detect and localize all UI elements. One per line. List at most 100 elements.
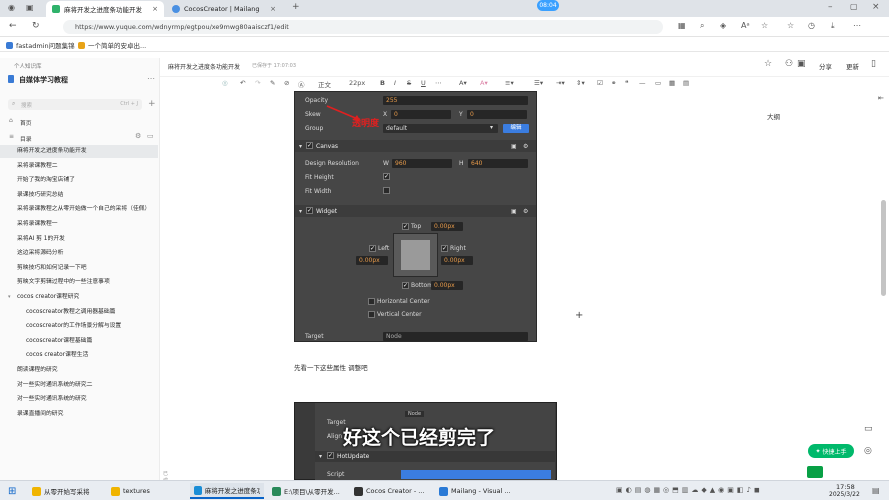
quote-icon[interactable]: ❝ xyxy=(625,79,629,87)
toc-item[interactable]: ▾ cocos creator课程研究 xyxy=(0,291,158,304)
strikethrough-icon[interactable]: S xyxy=(407,79,411,87)
new-tab-icon[interactable]: + xyxy=(292,3,300,12)
collaborator-icon[interactable]: ⚇ xyxy=(785,59,793,69)
collapse-outline-icon[interactable]: ⇤ xyxy=(878,94,884,102)
more-format-icon[interactable]: ⋯ xyxy=(435,79,442,87)
taskbar-app[interactable]: textures xyxy=(107,483,185,499)
more-icon[interactable]: ⋯ xyxy=(853,22,861,30)
zoom-icon[interactable]: ⌕ xyxy=(700,22,704,30)
profile-icon[interactable]: ◉ xyxy=(8,4,15,12)
notification-icon[interactable]: ▤ xyxy=(872,486,880,495)
space-link[interactable]: 个人知识库 xyxy=(14,62,42,70)
font-style-select[interactable]: 正文 xyxy=(318,79,331,89)
present-icon[interactable]: ▣ xyxy=(797,59,806,69)
favorite-icon[interactable]: ☆ xyxy=(761,22,768,30)
taskbar-app[interactable]: Cocos Creator - ... xyxy=(350,483,430,499)
clear-format-icon[interactable]: ⊘ xyxy=(284,79,289,87)
align-icon[interactable]: ≡▾ xyxy=(505,79,514,87)
indent-icon[interactable]: ⇥▾ xyxy=(556,79,565,87)
star-icon[interactable]: ☆ xyxy=(764,59,772,69)
sidebar-more-icon[interactable]: ⋯ xyxy=(147,74,155,83)
toc-item[interactable]: 录课直播间的研究 xyxy=(0,408,158,421)
inspector-screenshot[interactable]: Opacity 255 Skew X 0 Y 0 Group default ▾… xyxy=(294,91,537,342)
toc-item[interactable]: 对一些实时通讯系统的研究二 xyxy=(0,379,158,392)
bold-icon[interactable]: B xyxy=(380,79,385,87)
tab-actions-icon[interactable]: ▣ xyxy=(26,4,34,12)
bookmark-item[interactable]: 一个简单的安卓出... xyxy=(78,40,146,50)
link-icon[interactable]: ⚭ xyxy=(611,79,616,87)
table-icon[interactable]: ▦ xyxy=(669,79,675,87)
share-button[interactable]: 分享 xyxy=(819,61,832,71)
ai-icon[interactable]: ◎ xyxy=(222,79,228,87)
toc-item[interactable]: 采将录课教程一 xyxy=(0,218,158,231)
refresh-icon[interactable]: ↻ xyxy=(32,22,40,31)
code-icon[interactable]: ▭ xyxy=(655,79,661,87)
format-painter-icon[interactable]: ✎ xyxy=(270,79,275,87)
collections-icon[interactable]: ☆ xyxy=(787,22,794,30)
hotupdate-screenshot[interactable]: Target Align Node 好这个已经剪完了 ▾ ✓ HotUpdate… xyxy=(294,402,557,481)
read-aloud-icon[interactable]: Aᵃ xyxy=(741,22,750,30)
toc-item[interactable]: 麻将开发之进度条功能开发 xyxy=(0,145,158,158)
toc-item[interactable]: 这边采将源码分析 xyxy=(0,247,158,260)
redo-icon[interactable]: ↷ xyxy=(255,79,260,87)
insert-icon[interactable]: ▤ xyxy=(683,79,689,87)
outline-link[interactable]: 大纲 xyxy=(767,111,780,121)
translate-icon[interactable]: ▦ xyxy=(678,22,686,30)
divider-icon[interactable]: — xyxy=(639,79,646,87)
home-link[interactable]: 首页 xyxy=(20,118,32,127)
bookmark-item[interactable]: fastadmin问题集锦 xyxy=(6,40,75,50)
minimize-icon[interactable]: – xyxy=(828,3,833,12)
toc-action-icon[interactable]: ⚙ xyxy=(135,132,141,140)
italic-icon[interactable]: I xyxy=(394,79,396,87)
toc-item[interactable]: cocoscreator教程之调用器基础篇 xyxy=(0,306,158,319)
toc-item[interactable]: 采将AI 剪 1的开发 xyxy=(0,233,158,246)
style-icon[interactable]: Ⓐ xyxy=(298,79,305,89)
extension-icon[interactable]: ◈ xyxy=(720,22,726,30)
quick-start-button[interactable]: ✦ 快捷上手 xyxy=(808,444,854,458)
url-field[interactable]: https://www.yuque.com/wdnyrmp/egtpou/xe9… xyxy=(63,20,663,34)
body-paragraph[interactable]: 先看一下这些属性 调整吧 xyxy=(294,362,368,372)
publish-button[interactable]: 更新 xyxy=(846,61,859,71)
expand-icon[interactable]: ▾ xyxy=(8,291,11,304)
tab-yuque[interactable]: 麻将开发之进度条功能开发 × xyxy=(46,1,164,17)
toc-item[interactable]: 采将录课教程之从零开始做一个自己的采将（佳佩） xyxy=(0,203,158,216)
book-title[interactable]: 自媒体学习教程 xyxy=(19,75,68,85)
comment-icon[interactable]: ▭ xyxy=(864,424,873,434)
toc-item[interactable]: 采将录课教程二 xyxy=(0,160,158,173)
sidebar-toggle-icon[interactable]: ▯ xyxy=(871,59,876,69)
toc-item[interactable]: 对一些实时通讯系统的研究 xyxy=(0,393,158,406)
toc-item[interactable]: 朗读课程的研究 xyxy=(0,364,158,377)
toc-item[interactable]: cocos creator课程生活 xyxy=(0,349,158,362)
maximize-icon[interactable]: ▢ xyxy=(850,3,858,11)
underline-icon[interactable]: U xyxy=(421,79,426,87)
back-icon[interactable]: ← xyxy=(9,22,17,31)
close-icon[interactable]: × xyxy=(270,5,276,13)
toc-item[interactable]: cocoscreator的工作场景分解与设置 xyxy=(0,320,158,333)
close-window-icon[interactable]: × xyxy=(872,3,880,12)
clock-date[interactable]: 2025/3/22 xyxy=(829,491,860,498)
font-size-select[interactable]: 22px xyxy=(349,79,365,87)
clock-time[interactable]: 17:58 xyxy=(836,483,855,491)
checkbox-icon[interactable]: ☑ xyxy=(597,79,603,87)
toc-item[interactable]: 开始了我的淘宝店铺了 xyxy=(0,174,158,187)
taskbar-app[interactable]: Mailang - Visual ... xyxy=(435,483,517,499)
taskbar-app[interactable]: 麻将开发之进度条功... xyxy=(190,483,264,499)
search-input[interactable]: ⌕ 搜索 Ctrl + J xyxy=(8,99,142,110)
history-icon[interactable]: ◷ xyxy=(808,22,815,30)
windows-start-icon[interactable]: ⊞ xyxy=(8,486,16,497)
highlight-icon[interactable]: A▾ xyxy=(480,79,488,87)
breadcrumb[interactable]: 麻将开发之进度条功能开发 xyxy=(168,62,240,71)
page-scrollbar[interactable] xyxy=(881,200,886,296)
toc-item[interactable]: cocoscreator课程基础篇 xyxy=(0,335,158,348)
toc-item[interactable]: 剪映技巧和如何记录一下吧 xyxy=(0,262,158,275)
font-color-icon[interactable]: A▾ xyxy=(459,79,467,87)
download-icon[interactable]: ⤓ xyxy=(831,22,835,30)
list-icon[interactable]: ☰▾ xyxy=(534,79,543,87)
taskbar-app[interactable]: E:\项目\从零开发... xyxy=(268,483,346,499)
taskbar-app[interactable]: 从零开始写采将 xyxy=(28,483,102,499)
toc-collapse-icon[interactable]: ▭ xyxy=(147,132,154,140)
line-height-icon[interactable]: ⇕▾ xyxy=(576,79,585,87)
undo-icon[interactable]: ↶ xyxy=(240,79,245,87)
close-icon[interactable]: × xyxy=(152,5,158,13)
help-icon[interactable]: ◎ xyxy=(864,446,872,456)
